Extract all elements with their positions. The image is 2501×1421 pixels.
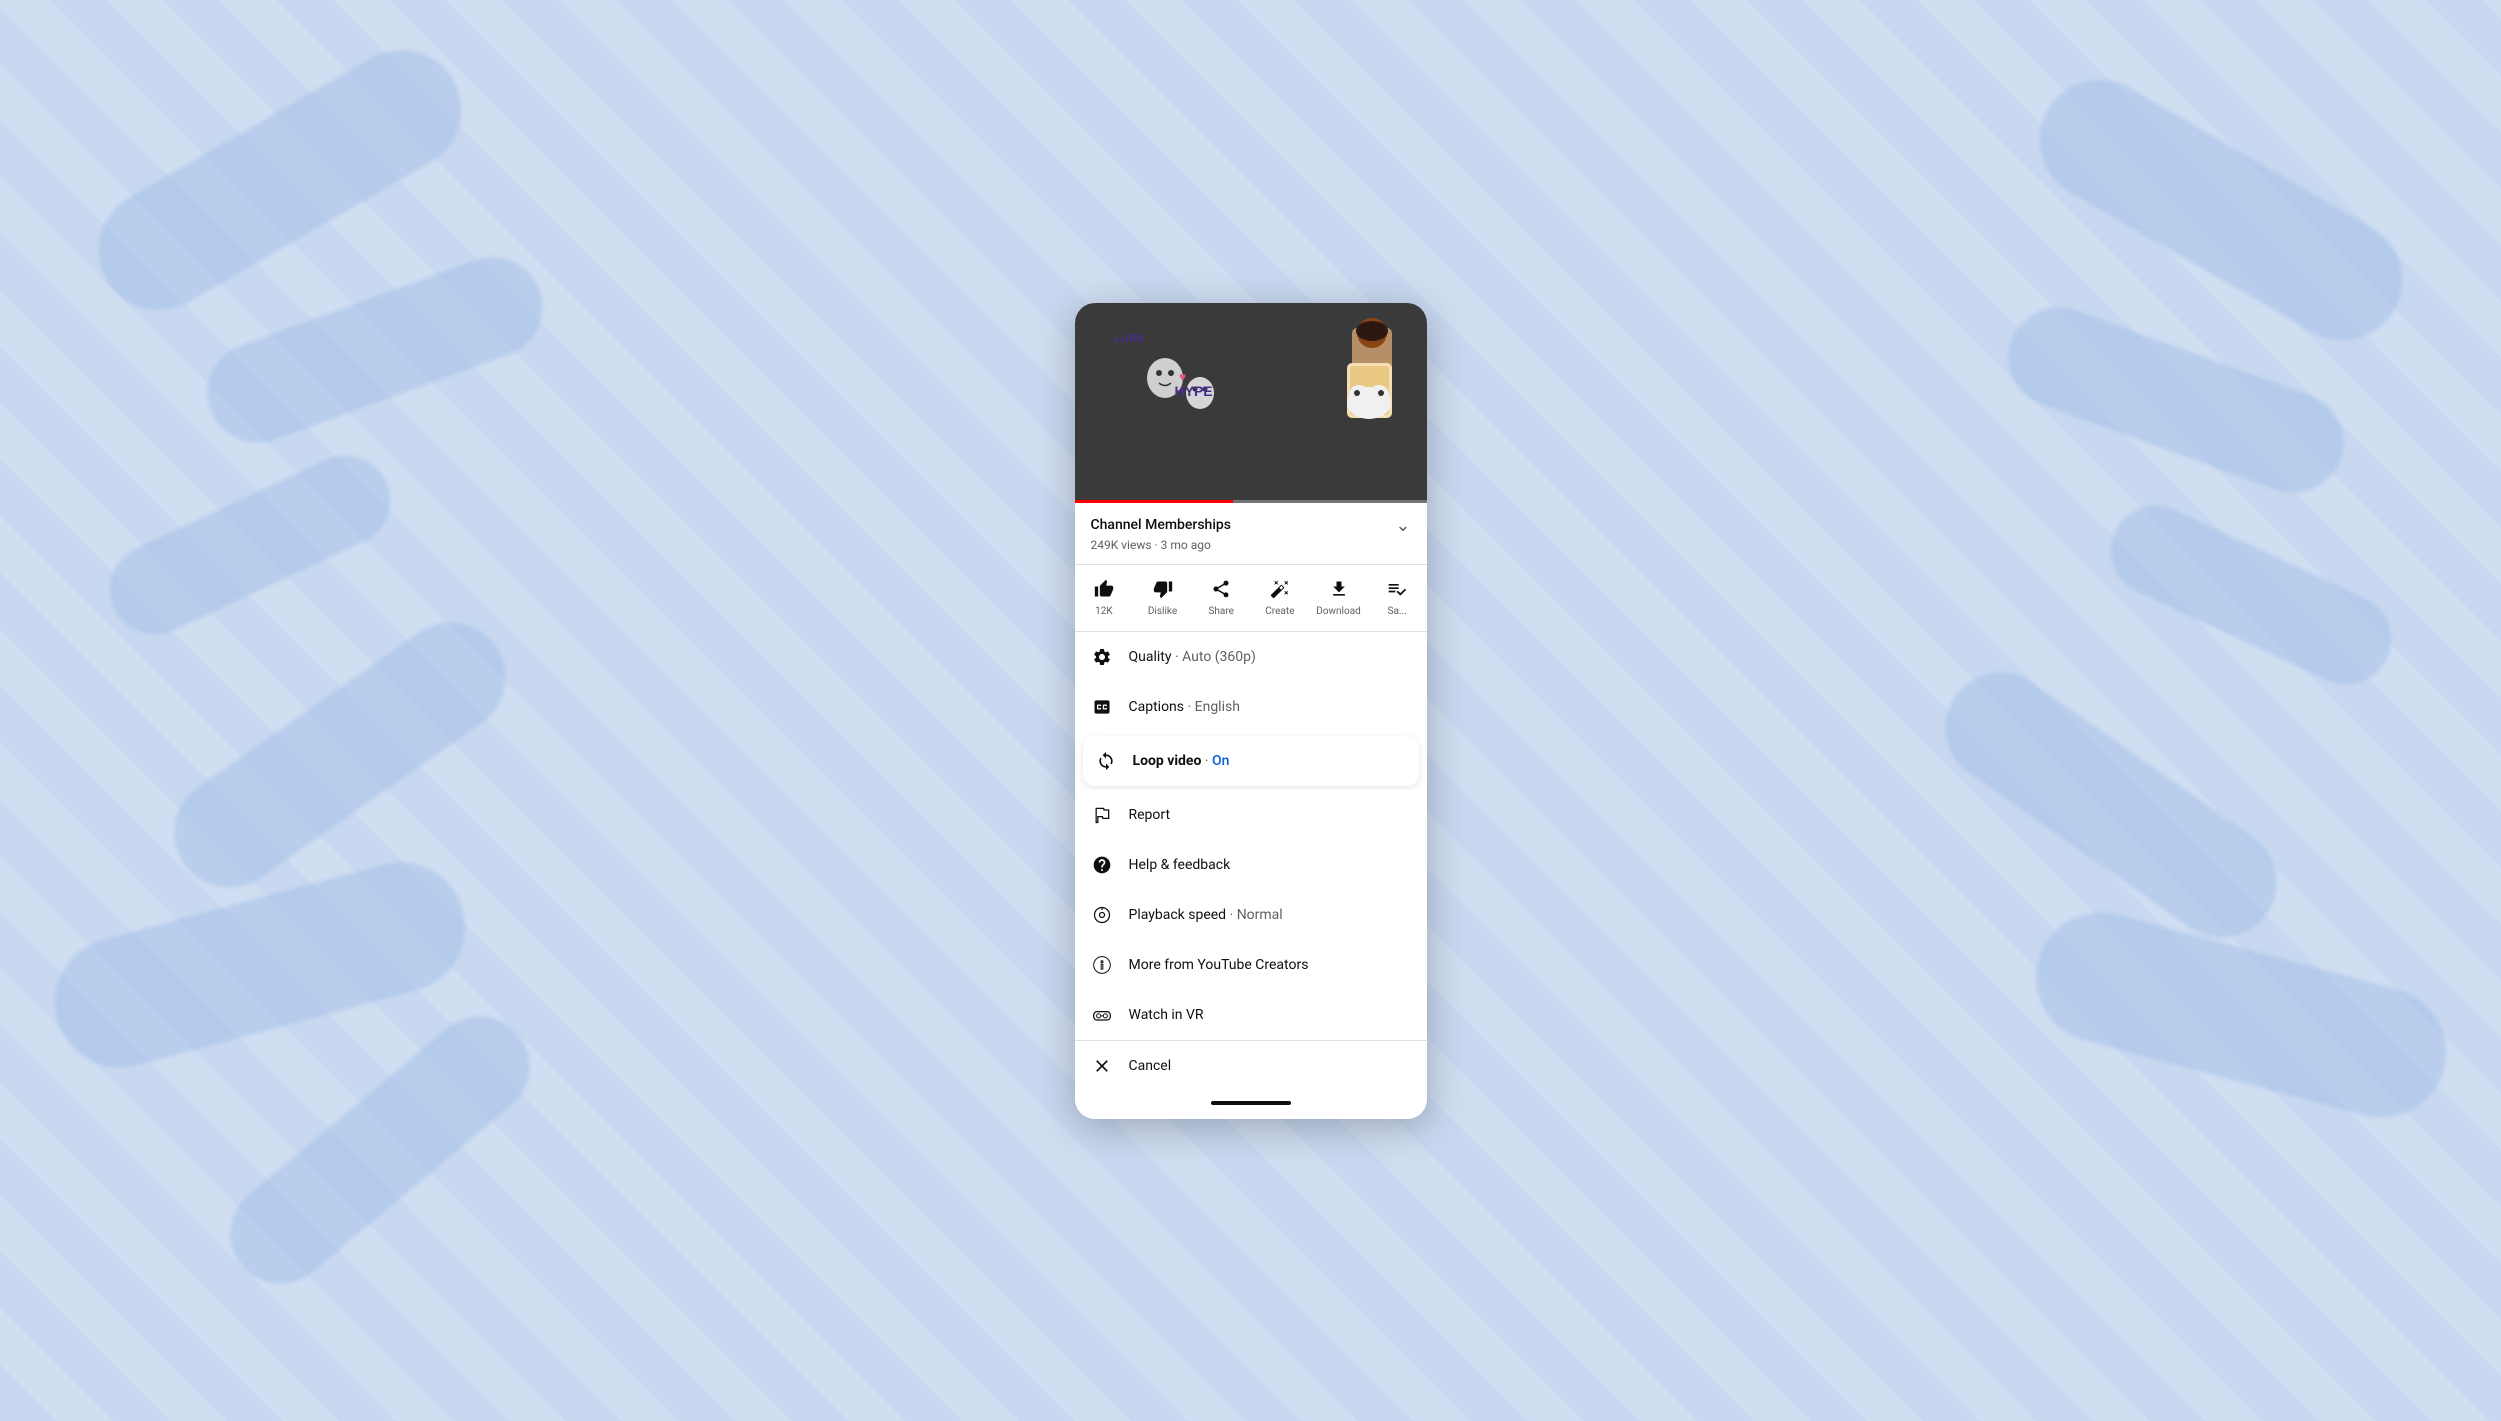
- bottom-sheet-modal: LURK ♥ HYPE: [1075, 303, 1427, 1119]
- share-icon: [1211, 579, 1231, 604]
- cancel-label: Cancel: [1129, 1058, 1172, 1074]
- context-menu: Quality · Auto (360p) Captions · English: [1075, 632, 1427, 1091]
- bg-decoration: [95, 441, 405, 649]
- home-indicator: [1211, 1101, 1291, 1105]
- sticker-hype: HYPE: [1175, 383, 1213, 399]
- captions-icon: [1091, 696, 1113, 718]
- video-thumbnail: LURK ♥ HYPE: [1075, 303, 1427, 503]
- loop-icon: [1095, 750, 1117, 772]
- like-button[interactable]: 12K: [1075, 573, 1134, 623]
- bg-decoration: [153, 601, 527, 909]
- report-menu-item[interactable]: Report: [1075, 790, 1427, 840]
- playback-speed-menu-item[interactable]: Playback speed · Normal: [1075, 890, 1427, 940]
- info-icon: [1091, 954, 1113, 976]
- save-label: Sa...: [1388, 606, 1407, 617]
- quality-menu-item[interactable]: Quality · Auto (360p): [1075, 632, 1427, 682]
- chevron-down-icon[interactable]: ⌄: [1395, 515, 1410, 536]
- captions-text: Captions · English: [1129, 699, 1240, 715]
- bg-decoration: [40, 848, 479, 1082]
- save-icon: [1387, 579, 1407, 604]
- share-button[interactable]: Share: [1192, 573, 1251, 623]
- bg-decoration: [2096, 491, 2406, 699]
- help-text: Help & feedback: [1129, 857, 1231, 873]
- download-label: Download: [1316, 606, 1361, 617]
- more-from-channel-text: More from YouTube Creators: [1129, 957, 1309, 973]
- watch-vr-menu-item[interactable]: Watch in VR: [1075, 990, 1427, 1040]
- download-icon: [1329, 579, 1349, 604]
- save-button[interactable]: Sa...: [1368, 573, 1427, 623]
- captions-menu-item[interactable]: Captions · English: [1075, 682, 1427, 732]
- video-info-section: Channel Memberships ⌄ 249K views · 3 mo …: [1075, 503, 1427, 565]
- dislike-icon: [1153, 579, 1173, 604]
- more-from-channel-menu-item[interactable]: More from YouTube Creators: [1075, 940, 1427, 990]
- gear-icon: [1091, 646, 1113, 668]
- create-button[interactable]: Create: [1251, 573, 1310, 623]
- character-illustration: [1297, 313, 1397, 443]
- close-icon: [1091, 1055, 1113, 1077]
- actions-row: 12K Dislike Share Creat: [1075, 565, 1427, 632]
- dislike-button[interactable]: Dislike: [1133, 573, 1192, 623]
- bottom-indicator: [1075, 1091, 1427, 1119]
- create-label: Create: [1265, 606, 1294, 617]
- video-title: Channel Memberships: [1091, 517, 1231, 533]
- download-button[interactable]: Download: [1309, 573, 1368, 623]
- report-text: Report: [1129, 807, 1171, 823]
- create-icon: [1270, 579, 1290, 604]
- help-menu-item[interactable]: Help & feedback: [1075, 840, 1427, 890]
- help-icon: [1091, 854, 1113, 876]
- bg-decoration: [193, 243, 556, 457]
- quality-text: Quality · Auto (360p): [1129, 649, 1256, 665]
- loop-text: Loop video · On: [1133, 753, 1230, 769]
- flag-icon: [1091, 804, 1113, 826]
- svg-text:♥: ♥: [1179, 370, 1186, 384]
- playback-speed-text: Playback speed · Normal: [1129, 907, 1283, 923]
- video-progress-bar[interactable]: [1075, 500, 1427, 503]
- bg-decoration: [210, 996, 550, 1304]
- vr-icon: [1091, 1004, 1113, 1026]
- loop-video-menu-item[interactable]: Loop video · On: [1083, 736, 1419, 786]
- share-label: Share: [1208, 606, 1233, 617]
- video-meta: 249K views · 3 mo ago: [1091, 538, 1411, 552]
- watch-vr-text: Watch in VR: [1129, 1007, 1204, 1023]
- dislike-label: Dislike: [1148, 606, 1177, 617]
- progress-fill: [1075, 500, 1233, 503]
- like-icon: [1094, 579, 1114, 604]
- cancel-menu-item[interactable]: Cancel: [1075, 1041, 1427, 1091]
- like-count: 12K: [1095, 606, 1113, 617]
- thumbnail-content: LURK ♥ HYPE: [1075, 303, 1427, 503]
- playback-speed-icon: [1091, 904, 1113, 926]
- video-title-row: Channel Memberships ⌄: [1091, 515, 1411, 536]
